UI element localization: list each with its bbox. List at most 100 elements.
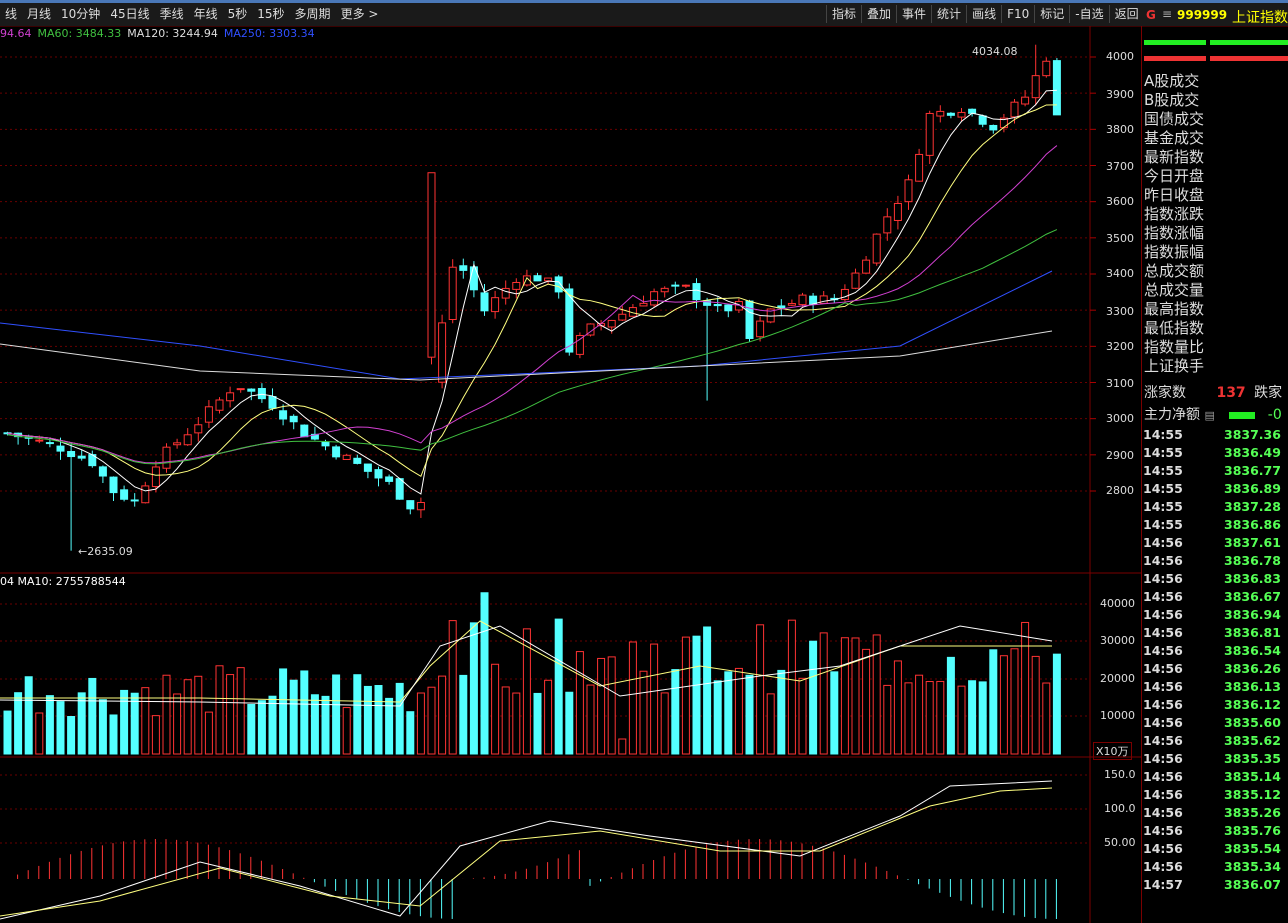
volume-bar xyxy=(130,692,139,755)
candle-body xyxy=(77,455,86,459)
tool-button-0[interactable]: 指标 xyxy=(826,5,861,23)
period-tab-3[interactable]: 45日线 xyxy=(105,5,154,23)
tool-button-8[interactable]: 返回 xyxy=(1108,5,1144,23)
quote-label: A股成交 xyxy=(1144,72,1200,90)
volume-bar xyxy=(798,677,807,755)
volume-bar xyxy=(533,692,542,755)
candle-body xyxy=(724,304,733,312)
volume-bar xyxy=(830,671,839,755)
candle-body xyxy=(1010,101,1019,118)
period-tab-5[interactable]: 年线 xyxy=(189,5,223,23)
tick-time: 14:55 xyxy=(1143,463,1183,478)
candle-body xyxy=(194,424,203,434)
advance-value: 137 xyxy=(1216,385,1246,401)
ma5-line xyxy=(7,89,1057,495)
quote-label: 总成交量 xyxy=(1144,281,1205,299)
candle-body xyxy=(45,442,54,445)
tick-row: 14:56 3836.94 xyxy=(1141,606,1288,624)
period-tab-7[interactable]: 15秒 xyxy=(252,5,289,23)
period-tab-0[interactable]: 线 xyxy=(0,5,22,23)
candle-body xyxy=(671,284,680,287)
dea-line xyxy=(0,787,1053,917)
tick-price: 3836.13 xyxy=(1224,679,1281,694)
tool-button-3[interactable]: 统计 xyxy=(931,5,966,23)
candle-body xyxy=(35,439,44,442)
candle-body xyxy=(438,322,447,383)
security-title[interactable]: G ≡ 999999 上证指数 xyxy=(1140,4,1288,26)
tick-time: 14:56 xyxy=(1143,769,1183,784)
volume-bar xyxy=(257,700,266,755)
price-axis-label: 2900 xyxy=(1106,449,1134,462)
volume-axis-label: 10000 xyxy=(1100,709,1135,722)
period-tab-6[interactable]: 5秒 xyxy=(223,5,253,23)
volume-bar xyxy=(173,693,182,755)
candle-body xyxy=(904,179,913,203)
menu-icon[interactable]: ≡ xyxy=(1162,7,1172,21)
tick-price: 3836.07 xyxy=(1224,877,1281,892)
volume-bar xyxy=(777,669,786,755)
price-axis-label: 3400 xyxy=(1106,267,1134,280)
tick-time: 14:56 xyxy=(1143,841,1183,856)
candle-body xyxy=(480,292,489,312)
period-tab-1[interactable]: 月线 xyxy=(22,5,56,23)
volume-bar xyxy=(597,657,606,755)
period-tab-9[interactable]: 更多 > xyxy=(336,5,384,23)
volume-bar xyxy=(67,715,76,755)
volume-bar xyxy=(512,692,521,755)
volume-bar xyxy=(162,674,171,755)
kline-chart[interactable]: 4034.08 ←2635.09 xyxy=(0,26,1141,923)
period-tab-4[interactable]: 季线 xyxy=(155,5,189,23)
tick-row: 14:56 3836.81 xyxy=(1141,624,1288,642)
tool-button-6[interactable]: 标记 xyxy=(1034,5,1069,23)
volume-bar xyxy=(268,695,277,755)
tick-time: 14:56 xyxy=(1143,661,1183,676)
decline-label: 跌家 xyxy=(1254,385,1283,401)
flow-label: 主力净额 xyxy=(1144,407,1200,423)
candle-body xyxy=(681,284,690,287)
volume-bar xyxy=(650,643,659,755)
volume-bar xyxy=(586,684,595,755)
security-code: 999999 xyxy=(1177,8,1228,22)
tick-row: 14:55 3836.86 xyxy=(1141,516,1288,534)
period-tab-2[interactable]: 10分钟 xyxy=(56,5,105,23)
tool-button-4[interactable]: 画线 xyxy=(966,5,1001,23)
title-stripe xyxy=(0,0,1288,3)
tick-price: 3837.36 xyxy=(1224,427,1281,442)
tick-price: 3836.81 xyxy=(1224,625,1281,640)
volume-bar xyxy=(204,711,213,755)
candle-body xyxy=(1021,96,1030,105)
volume-bar xyxy=(236,667,245,755)
flow-icon[interactable]: ▤ xyxy=(1204,409,1214,422)
tick-price: 3835.62 xyxy=(1224,733,1281,748)
tick-time: 14:56 xyxy=(1143,697,1183,712)
period-tab-8[interactable]: 多周期 xyxy=(290,5,336,23)
volume-bar xyxy=(120,689,129,755)
tick-price: 3836.77 xyxy=(1224,463,1281,478)
tick-price: 3836.49 xyxy=(1224,445,1281,460)
tick-price: 3835.34 xyxy=(1224,859,1281,874)
candle-body xyxy=(1031,75,1040,99)
price-axis-label: 3500 xyxy=(1106,232,1134,245)
candle-body xyxy=(978,115,987,125)
price-axis-label: 3100 xyxy=(1106,377,1134,390)
candle-body xyxy=(395,478,404,500)
tool-button-2[interactable]: 事件 xyxy=(896,5,931,23)
candle-body xyxy=(607,319,616,328)
candle-body xyxy=(512,281,521,290)
tool-button-1[interactable]: 叠加 xyxy=(861,5,896,23)
g-icon: G xyxy=(1146,8,1156,22)
tool-button-5[interactable]: F10 xyxy=(1001,5,1034,23)
quote-label: 最高指数 xyxy=(1144,300,1205,318)
tick-time: 14:56 xyxy=(1143,823,1183,838)
volume-bar xyxy=(374,685,383,755)
toolbar: 线月线 10分钟 45日线 季线 年线 5秒 15秒 多周期 更多 > 指标 叠加 事件 统计 画线 F1… xyxy=(0,0,1288,27)
volume-bar xyxy=(35,712,44,755)
tick-time: 14:56 xyxy=(1143,571,1183,586)
volume-bar xyxy=(14,692,23,755)
tool-button-7[interactable]: -自选 xyxy=(1069,5,1108,23)
tick-time: 14:56 xyxy=(1143,553,1183,568)
quote-label: 总成交额 xyxy=(1144,262,1205,280)
volume-bar xyxy=(279,668,288,755)
price-axis-label: 2800 xyxy=(1106,484,1134,497)
quote-label: 指数涨幅 xyxy=(1144,224,1205,242)
